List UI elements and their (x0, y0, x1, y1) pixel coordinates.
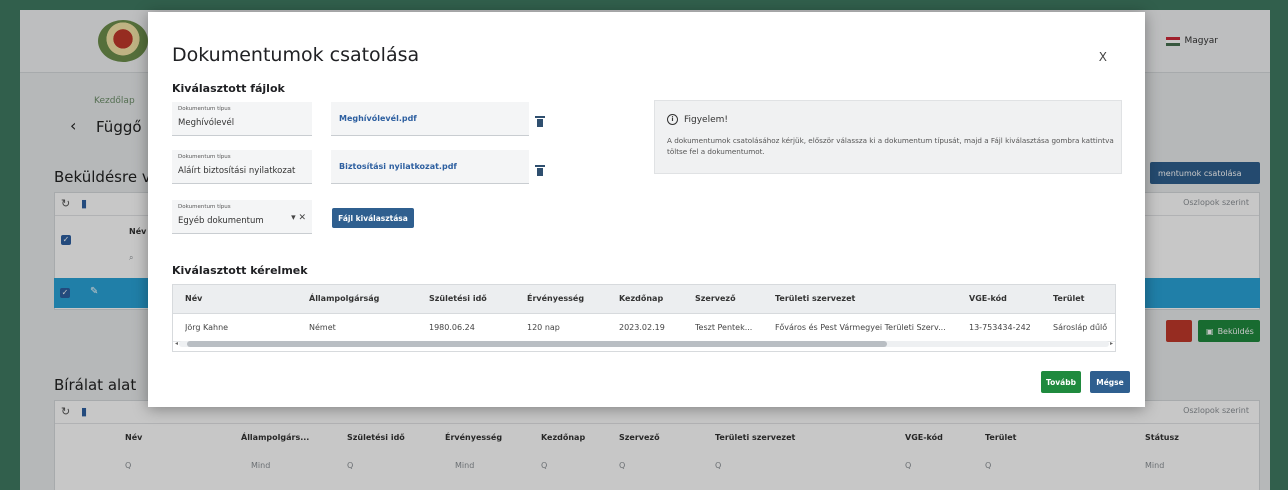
document-type-value: Egyéb dokumentum (178, 216, 264, 226)
cell-birthdate: 1980.06.24 (429, 323, 475, 332)
table-header: Név Állampolgárság Születési idő Érvénye… (173, 285, 1115, 314)
info-box: i Figyelem! A dokumentumok csatolásához … (654, 100, 1122, 174)
info-text: A dokumentumok csatolásához kérjük, elős… (667, 136, 1114, 156)
file-name-field: Meghívólevél.pdf (331, 102, 529, 136)
close-button[interactable]: X (1099, 50, 1107, 64)
column-header-regional-org[interactable]: Területi szervezet (775, 294, 855, 303)
column-header-start-date[interactable]: Kezdőnap (619, 294, 663, 303)
document-type-field[interactable]: Dokumentum típus Aláírt biztosítási nyil… (172, 150, 312, 184)
attach-documents-dialog: Dokumentumok csatolása X Kiválasztott fá… (148, 12, 1145, 407)
document-type-value: Meghívólevél (178, 118, 235, 128)
cancel-button[interactable]: Mégse (1090, 371, 1130, 393)
scrollbar-thumb[interactable] (187, 341, 887, 347)
cell-organizer: Teszt Pentek... (695, 323, 753, 332)
horizontal-scrollbar[interactable]: ◂ ▸ (175, 340, 1113, 347)
scroll-left-icon[interactable]: ◂ (175, 340, 178, 347)
info-heading: i Figyelem! (667, 114, 728, 125)
info-icon: i (667, 114, 678, 125)
column-header-name[interactable]: Név (185, 294, 202, 303)
select-file-button[interactable]: Fájl kiválasztása (332, 208, 414, 228)
delete-icon[interactable] (535, 116, 545, 127)
file-name-field: Biztosítási nyilatkozat.pdf (331, 150, 529, 184)
column-header-validity[interactable]: Érvényesség (527, 294, 584, 303)
cell-name: Jörg Kahne (185, 323, 229, 332)
next-button[interactable]: Tovább (1041, 371, 1081, 393)
selected-requests-title: Kiválasztott kérelmek (172, 264, 308, 277)
requests-table: Név Állampolgárság Születési idő Érvénye… (172, 284, 1116, 352)
column-header-vge-code[interactable]: VGE-kód (969, 294, 1007, 303)
scroll-right-icon[interactable]: ▸ (1110, 340, 1113, 347)
cell-area: Sárosláp dűlő (1053, 323, 1108, 332)
cell-validity: 120 nap (527, 323, 560, 332)
dropdown-clear-controls[interactable]: ▾ ✕ (291, 213, 306, 223)
document-type-label: Dokumentum típus (178, 154, 231, 160)
document-type-label: Dokumentum típus (178, 204, 231, 210)
document-type-label: Dokumentum típus (178, 106, 231, 112)
new-document-type-select[interactable]: Dokumentum típus Egyéb dokumentum ▾ ✕ (172, 200, 312, 234)
info-heading-text: Figyelem! (684, 114, 729, 125)
delete-icon[interactable] (535, 165, 545, 176)
cell-citizenship: Német (309, 323, 336, 332)
column-header-area[interactable]: Terület (1053, 294, 1084, 303)
column-header-citizenship[interactable]: Állampolgárság (309, 294, 379, 303)
document-type-value: Aláírt biztosítási nyilatkozat (178, 166, 296, 176)
column-header-birthdate[interactable]: Születési idő (429, 294, 487, 303)
dialog-title: Dokumentumok csatolása (172, 44, 420, 66)
document-type-field[interactable]: Dokumentum típus Meghívólevél (172, 102, 312, 136)
cell-regional-org: Főváros és Pest Vármegyei Területi Szerv… (775, 323, 946, 332)
cell-vge-code: 13-753434-242 (969, 323, 1031, 332)
table-row[interactable]: Jörg Kahne Német 1980.06.24 120 nap 2023… (173, 313, 1115, 342)
cell-start-date: 2023.02.19 (619, 323, 665, 332)
file-name[interactable]: Meghívólevél.pdf (339, 114, 417, 123)
file-name[interactable]: Biztosítási nyilatkozat.pdf (339, 162, 457, 171)
column-header-organizer[interactable]: Szervező (695, 294, 736, 303)
selected-files-title: Kiválasztott fájlok (172, 82, 285, 95)
